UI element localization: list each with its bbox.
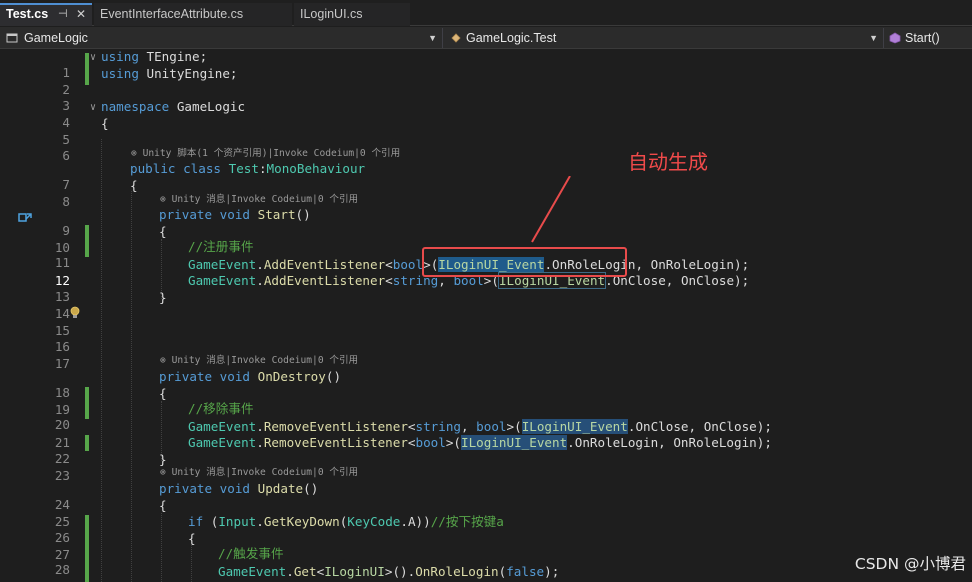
- code-line: 9 private void Start(): [0, 207, 972, 238]
- member-label: Start(): [905, 31, 940, 45]
- code-text: GameEvent.RemoveEventListener<string, bo…: [188, 419, 772, 434]
- document-tab-strip: Test.cs ⊣ ✕ EventInterfaceAttribute.cs I…: [0, 0, 972, 26]
- tab-test-cs[interactable]: Test.cs ⊣ ✕: [0, 3, 92, 26]
- code-line: 27 {: [0, 531, 972, 562]
- navigation-bar: GameLogic ▼ GameLogic.Test ▼ Start(): [0, 27, 972, 49]
- chevron-down-icon: ▼: [428, 33, 437, 43]
- code-line: 29 GameEvent.Get<ILoginUI>().OnRoleLogin…: [0, 564, 972, 582]
- code-line: 14 }: [0, 290, 972, 321]
- code-text: if (Input.GetKeyDown(KeyCode.A))//按下按键a: [188, 514, 504, 529]
- code-line: 26 if (Input.GetKeyDown(KeyCode.A))//按下按…: [0, 514, 972, 545]
- type-label: GameLogic.Test: [466, 31, 557, 45]
- code-line: 3: [0, 82, 972, 113]
- code-text: private void OnDestroy(): [159, 369, 342, 384]
- code-line: 19 {: [0, 386, 972, 417]
- code-text: }: [159, 290, 167, 305]
- code-text: using TEngine;: [101, 49, 208, 64]
- code-line: 20 //移除事件: [0, 401, 972, 432]
- fold-icon[interactable]: ∨: [90, 50, 96, 66]
- code-text: //触发事件: [218, 546, 284, 561]
- annotation-label: 自动生成: [628, 150, 708, 174]
- tab-label: EventInterfaceAttribute.cs: [100, 7, 244, 21]
- code-line: 16: [0, 323, 972, 354]
- watermark: CSDN @小博君: [854, 555, 966, 573]
- code-line: 7 public class Test:MonoBehaviour: [0, 161, 972, 192]
- code-text: {: [130, 178, 138, 193]
- codelens-hint[interactable]: ⊚ Unity 消息|Invoke Codeium|0 个引用: [160, 466, 358, 480]
- codelens-hint[interactable]: ⊚ Unity 消息|Invoke Codeium|0 个引用: [160, 193, 358, 207]
- project-label: GameLogic: [24, 31, 88, 45]
- csharp-project-icon: [6, 33, 18, 43]
- code-line: 17: [0, 340, 972, 371]
- code-line: 22 GameEvent.RemoveEventListener<bool>(I…: [0, 435, 972, 466]
- method-icon: [889, 32, 901, 44]
- codelens-hint[interactable]: ⊚ Unity 消息|Invoke Codeium|0 个引用: [160, 354, 358, 368]
- member-dropdown[interactable]: Start(): [885, 28, 972, 48]
- code-line: 2 using UnityEngine;: [0, 66, 972, 97]
- code-text: {: [101, 116, 109, 131]
- code-editor[interactable]: 1 ∨ using TEngine; 2 using UnityEngine; …: [0, 49, 972, 582]
- code-text: namespace GameLogic: [101, 99, 246, 114]
- code-line: 6: [0, 132, 972, 163]
- code-text: //移除事件: [188, 401, 254, 416]
- tab-label: ILoginUI.cs: [300, 7, 363, 21]
- code-line: 25 {: [0, 498, 972, 529]
- tab-label: Test.cs: [6, 7, 49, 21]
- class-icon: [451, 33, 461, 43]
- annotation-highlight-box: [422, 247, 627, 277]
- codelens-hint[interactable]: ⊚ Unity 脚本(1 个资产引用)|Invoke Codeium|0 个引用: [131, 147, 400, 161]
- code-line: 28 //触发事件: [0, 546, 972, 577]
- code-line: 18 private void OnDestroy(): [0, 369, 972, 400]
- code-line: 21 GameEvent.RemoveEventListener<string,…: [0, 419, 972, 450]
- code-text: public class Test:MonoBehaviour: [130, 161, 366, 176]
- code-line: 24 private void Update(): [0, 481, 972, 512]
- code-text: GameEvent.Get<ILoginUI>().OnRoleLogin(fa…: [218, 564, 560, 579]
- code-text: private void Start(): [159, 207, 311, 222]
- code-line: 4 ∨ namespace GameLogic: [0, 99, 972, 130]
- tab-iloginui-cs[interactable]: ILoginUI.cs: [294, 3, 410, 26]
- code-text: //注册事件: [188, 239, 254, 254]
- code-line: 10 {: [0, 224, 972, 255]
- code-text: {: [159, 498, 167, 513]
- pin-icon[interactable]: ⊣: [58, 5, 68, 24]
- fold-icon[interactable]: ∨: [90, 100, 96, 116]
- code-text: private void Update(): [159, 481, 319, 496]
- code-text: {: [159, 224, 167, 239]
- code-line: 5 {: [0, 116, 972, 147]
- chevron-down-icon: ▼: [869, 33, 878, 43]
- code-line: 15: [0, 307, 972, 338]
- code-text: {: [188, 531, 196, 546]
- code-text: using UnityEngine;: [101, 66, 238, 81]
- code-line: 1 ∨ using TEngine;: [0, 49, 972, 80]
- type-dropdown[interactable]: GameLogic.Test ▼: [444, 28, 884, 48]
- code-line: 23 }: [0, 452, 972, 483]
- code-line: 8 {: [0, 178, 972, 209]
- tab-eventinterfaceattribute-cs[interactable]: EventInterfaceAttribute.cs: [94, 3, 292, 26]
- annotation-arrow: [531, 176, 571, 243]
- code-text: GameEvent.RemoveEventListener<bool>(ILog…: [188, 435, 772, 450]
- project-dropdown[interactable]: GameLogic ▼: [0, 28, 443, 48]
- code-text: {: [159, 386, 167, 401]
- close-icon[interactable]: ✕: [76, 5, 86, 24]
